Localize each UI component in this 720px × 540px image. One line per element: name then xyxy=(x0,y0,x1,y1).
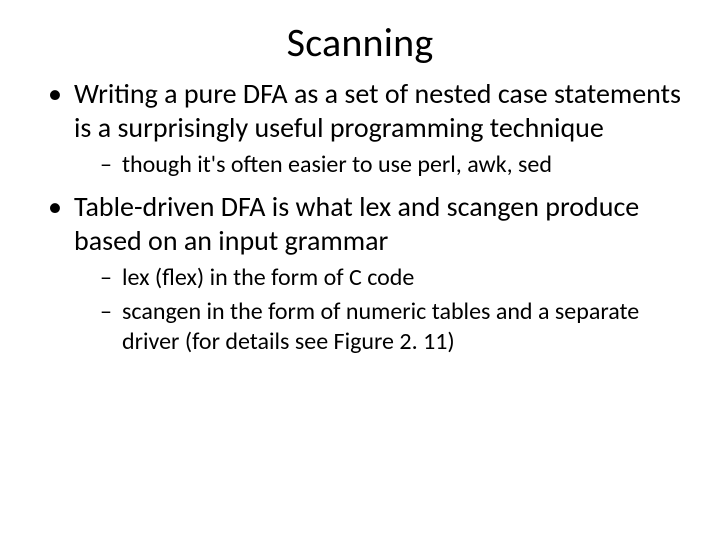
sub-list: though it's often easier to use perl, aw… xyxy=(74,150,690,180)
slide: Scanning Writing a pure DFA as a set of … xyxy=(0,0,720,540)
sub-list: lex (flex) in the form of C code scangen… xyxy=(74,263,690,357)
slide-title: Scanning xyxy=(30,18,690,67)
bullet-text: Writing a pure DFA as a set of nested ca… xyxy=(74,76,681,145)
list-item: scangen in the form of numeric tables an… xyxy=(100,297,690,357)
bullet-text: lex (flex) in the form of C code xyxy=(122,263,414,292)
bullet-text: Table-driven DFA is what lex and scangen… xyxy=(74,189,639,258)
list-item: Writing a pure DFA as a set of nested ca… xyxy=(48,77,690,180)
list-item: though it's often easier to use perl, aw… xyxy=(100,150,690,180)
bullet-list: Writing a pure DFA as a set of nested ca… xyxy=(30,77,690,357)
list-item: Table-driven DFA is what lex and scangen… xyxy=(48,190,690,357)
bullet-text: though it's often easier to use perl, aw… xyxy=(122,150,552,179)
bullet-text: scangen in the form of numeric tables an… xyxy=(122,297,639,356)
list-item: lex (flex) in the form of C code xyxy=(100,263,690,293)
